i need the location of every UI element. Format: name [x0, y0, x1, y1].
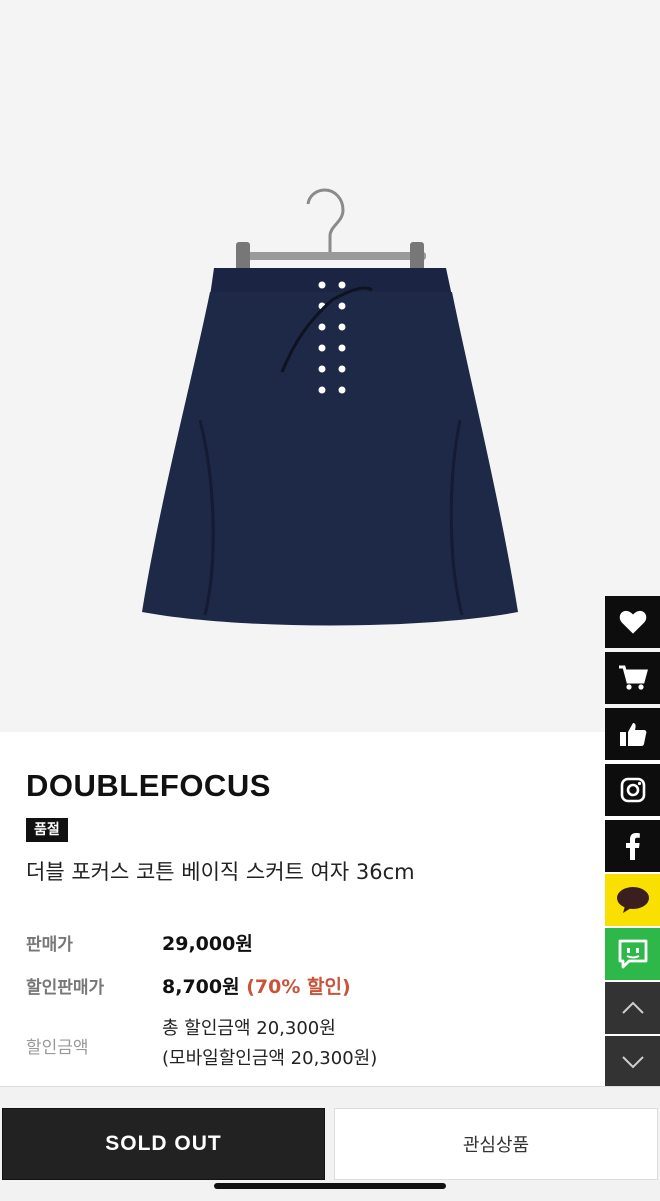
list-price-label: 판매가	[26, 935, 73, 955]
product-name: 더블 포커스 코튼 베이직 스커트 여자 36cm	[26, 860, 415, 884]
kakaotalk-icon	[616, 887, 649, 913]
discount-mobile: (모바일할인금액 20,300원)	[162, 1048, 378, 1069]
wishlist-side-button[interactable]	[605, 596, 660, 648]
sale-price: 8,700원	[162, 976, 240, 998]
discount-total: 총 할인금액 20,300원	[162, 1018, 336, 1039]
facebook-side-button[interactable]	[605, 820, 660, 872]
thumbs-up-icon	[619, 723, 646, 746]
sale-price-row: 8,700원 (70% 할인)	[162, 972, 351, 999]
brand-name: DOUBLEFOCUS	[26, 768, 271, 803]
facebook-icon	[625, 833, 640, 860]
scroll-down-button[interactable]	[605, 1036, 660, 1088]
instagram-side-button[interactable]	[605, 764, 660, 816]
list-price: 29,000원	[162, 933, 253, 955]
discount-amount: 총 할인금액 20,300원 (모바일할인금액 20,300원)	[162, 1014, 377, 1074]
talk-side-button[interactable]	[605, 928, 660, 980]
arrow-down-icon	[621, 1056, 644, 1069]
scroll-up-button[interactable]	[605, 982, 660, 1034]
sold-out-button[interactable]: SOLD OUT	[2, 1108, 325, 1180]
like-side-button[interactable]	[605, 708, 660, 760]
skirt-photo	[142, 188, 518, 626]
arrow-up-icon	[621, 1001, 644, 1014]
heart-icon	[619, 610, 646, 634]
discount-amount-label: 할인금액	[26, 1038, 89, 1058]
discount-rate: (70% 할인)	[246, 976, 351, 998]
cart-icon	[618, 665, 648, 690]
cart-side-button[interactable]	[605, 652, 660, 704]
instagram-icon	[620, 777, 645, 803]
product-image[interactable]	[0, 0, 660, 732]
kakaotalk-side-button[interactable]	[605, 874, 660, 926]
wishlist-button[interactable]: 관심상품	[334, 1108, 658, 1180]
sale-price-label: 할인판매가	[26, 978, 105, 998]
home-indicator	[214, 1183, 446, 1189]
talk-icon	[618, 939, 647, 969]
sold-out-badge: 품절	[26, 818, 68, 842]
